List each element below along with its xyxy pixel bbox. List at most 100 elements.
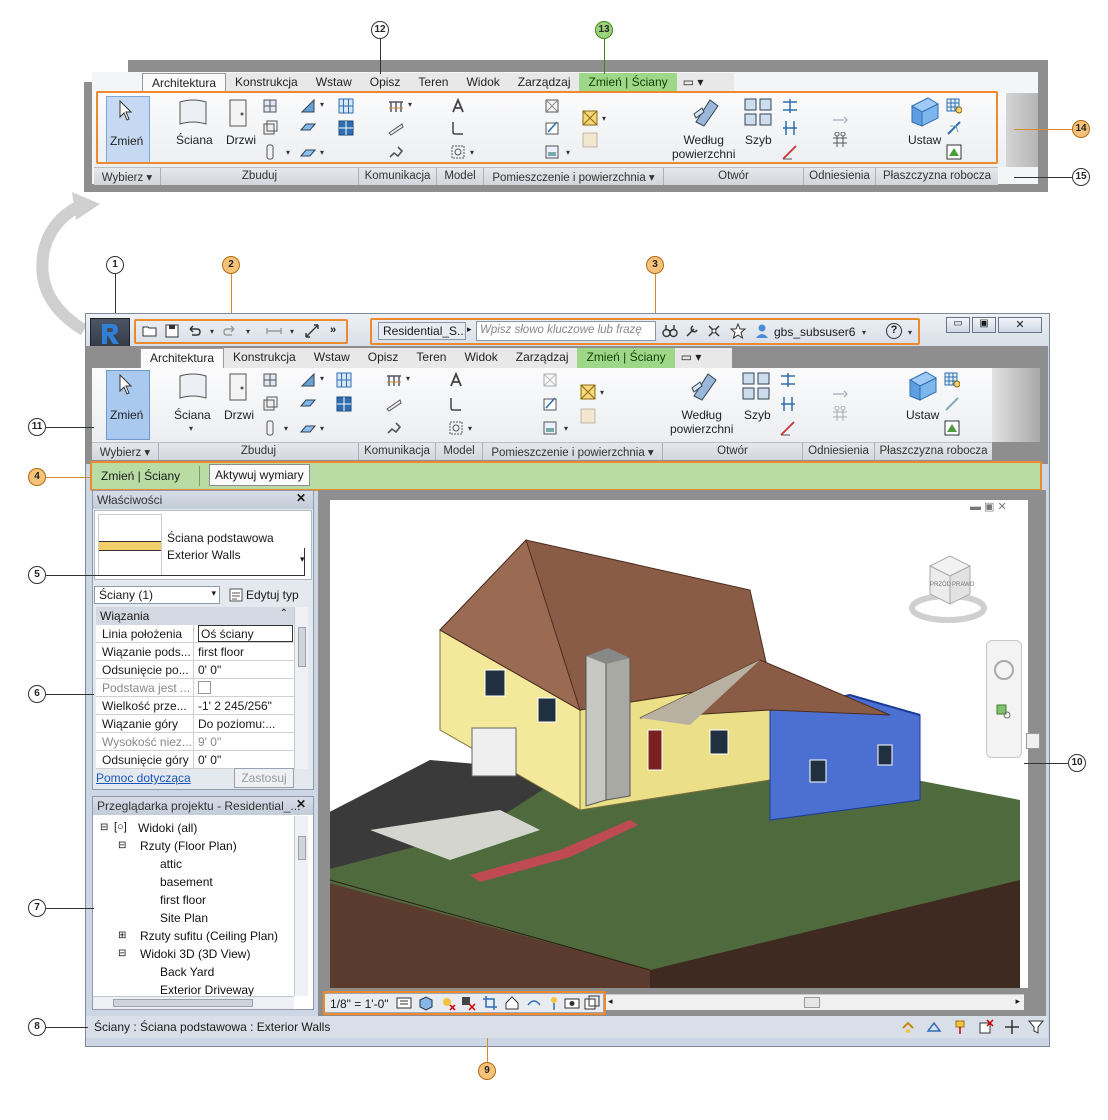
column-main-dropdown-icon[interactable]: ▾ bbox=[284, 424, 288, 433]
undo-dropdown-icon[interactable]: ▾ bbox=[210, 327, 214, 336]
floor-main-icon[interactable] bbox=[300, 420, 316, 436]
ref-plane-main-icon[interactable] bbox=[944, 396, 960, 412]
prop-row-unconnected-height[interactable]: Wysokość niez... 9' 0" bbox=[96, 733, 294, 751]
instance-selector[interactable]: Ściany (1) ▾ bbox=[94, 586, 220, 604]
roof-icon[interactable] bbox=[300, 98, 316, 114]
temporary-hide-icon[interactable] bbox=[546, 995, 562, 1011]
wall-opening-main-icon[interactable] bbox=[780, 372, 796, 388]
detail-level-icon[interactable] bbox=[396, 995, 412, 1011]
tree-item-basement[interactable]: basement bbox=[160, 875, 213, 889]
wall-opening-icon[interactable] bbox=[782, 98, 798, 114]
ref-plane-icon[interactable] bbox=[946, 120, 962, 136]
tree-item-views[interactable]: Widoki (all) bbox=[138, 821, 197, 835]
tab-widok-main[interactable]: Widok bbox=[455, 348, 506, 368]
prop-row-base-constraint[interactable]: Wiązanie pods... first floor bbox=[96, 643, 294, 661]
dormer-icon[interactable] bbox=[782, 144, 798, 160]
floor-icon[interactable] bbox=[300, 144, 316, 160]
curtain-grid-icon[interactable] bbox=[338, 120, 354, 136]
project-browser-close-icon[interactable]: ✕ bbox=[296, 797, 306, 811]
ribbon-minimize-toggle[interactable]: ▭ ▾ bbox=[677, 73, 710, 93]
hscroll-thumb[interactable] bbox=[804, 997, 820, 1008]
curtain-system-main-icon[interactable] bbox=[336, 372, 352, 388]
unlocked-3d-view-icon[interactable] bbox=[526, 995, 542, 1011]
tab-opisz[interactable]: Opisz bbox=[361, 73, 410, 93]
model-line-main-icon[interactable] bbox=[448, 396, 464, 412]
measure-icon[interactable] bbox=[266, 323, 282, 339]
select-underlay-icon[interactable] bbox=[926, 1019, 942, 1035]
redo-dropdown-icon[interactable]: ▾ bbox=[246, 327, 250, 336]
properties-help-link[interactable]: Pomoc dotycząca bbox=[96, 771, 191, 785]
open-folder-icon[interactable] bbox=[142, 323, 158, 339]
help-dropdown-icon[interactable]: ▾ bbox=[908, 328, 912, 337]
tab-opisz-main[interactable]: Opisz bbox=[359, 348, 408, 368]
railing-main-dropdown-icon[interactable]: ▾ bbox=[406, 374, 410, 383]
railing-icon[interactable] bbox=[388, 98, 404, 114]
tab-wstaw-main[interactable]: Wstaw bbox=[305, 348, 359, 368]
tab-konstrukcja-main[interactable]: Konstrukcja bbox=[224, 348, 305, 368]
prop-row-top-constraint[interactable]: Wiązanie góry Do poziomu:... bbox=[96, 715, 294, 733]
save-icon[interactable] bbox=[164, 323, 180, 339]
area-main-icon[interactable] bbox=[542, 420, 558, 436]
workplane-viewer-icon[interactable] bbox=[946, 144, 962, 160]
vertical-opening-main-icon[interactable] bbox=[780, 396, 796, 412]
curtain-system-icon[interactable] bbox=[338, 98, 354, 114]
area-icon[interactable] bbox=[544, 144, 560, 160]
panel-pomieszczenie-main[interactable]: Pomieszczenie i powierzchnia ▾ bbox=[483, 443, 663, 460]
ceiling-icon[interactable] bbox=[300, 120, 316, 136]
room-separator-main-icon[interactable] bbox=[580, 384, 596, 400]
room-tag-icon[interactable] bbox=[544, 120, 560, 136]
by-face-main-label[interactable]: Według powierzchni bbox=[670, 408, 733, 436]
model-text-main-icon[interactable] bbox=[448, 372, 464, 388]
panel-pomieszczenie[interactable]: Pomieszczenie i powierzchnia ▾ bbox=[484, 168, 664, 185]
show-workplane-main-icon[interactable] bbox=[944, 372, 960, 388]
favorites-star-icon[interactable] bbox=[730, 323, 746, 339]
show-crop-region-icon[interactable] bbox=[504, 995, 520, 1011]
tree-toggle-views[interactable]: ⊟ bbox=[100, 822, 108, 833]
column-dropdown-icon[interactable]: ▾ bbox=[286, 148, 290, 157]
properties-scrollbar[interactable] bbox=[294, 607, 308, 769]
prop-row-top-offset[interactable]: Odsunięcie góry 0' 0" bbox=[96, 751, 294, 769]
binoculars-icon[interactable] bbox=[662, 323, 678, 339]
tab-architektura[interactable]: Architektura bbox=[142, 73, 227, 93]
redo-icon[interactable] bbox=[222, 323, 238, 339]
roof-main-dropdown-icon[interactable]: ▾ bbox=[320, 374, 324, 383]
navbar-scroll-thumb[interactable] bbox=[1026, 733, 1040, 749]
user-icon[interactable] bbox=[754, 323, 770, 339]
railing-dropdown-icon[interactable]: ▾ bbox=[408, 100, 412, 109]
floor-main-dropdown-icon[interactable]: ▾ bbox=[320, 424, 324, 433]
column-main-icon[interactable] bbox=[262, 420, 278, 436]
select-by-face-icon[interactable] bbox=[978, 1019, 994, 1035]
tab-zarzadzaj-main[interactable]: Zarządzaj bbox=[507, 348, 578, 368]
set-workplane-label[interactable]: Ustaw bbox=[908, 133, 941, 147]
tree-item-3d-views[interactable]: Widoki 3D (3D View) bbox=[140, 947, 250, 961]
qat-overflow-icon[interactable]: » bbox=[330, 324, 336, 336]
activate-dimensions-button[interactable]: Aktywuj wymiary bbox=[209, 464, 310, 486]
stair-icon[interactable] bbox=[388, 144, 404, 160]
panel-wybierz-main[interactable]: Wybierz ▾ bbox=[92, 443, 159, 460]
room-separator-dropdown-icon[interactable]: ▾ bbox=[602, 114, 606, 123]
tree-toggle-3d-views[interactable]: ⊟ bbox=[118, 948, 126, 959]
search-input[interactable]: Wpisz słowo kluczowe lub frazę bbox=[476, 321, 656, 341]
roof-dropdown-icon[interactable]: ▾ bbox=[320, 100, 324, 109]
floor-dropdown-icon[interactable]: ▾ bbox=[320, 148, 324, 157]
model-group-dropdown-icon[interactable]: ▾ bbox=[470, 148, 474, 157]
prop-row-base-extension[interactable]: Wielkość prze... -1' 2 245/256" bbox=[96, 697, 294, 715]
model-line-icon[interactable] bbox=[450, 120, 466, 136]
ribbon-main-minimize-toggle[interactable]: ▭ ▾ bbox=[675, 348, 708, 368]
wall-main-dropdown-icon[interactable]: ▾ bbox=[189, 424, 193, 433]
user-dropdown-icon[interactable]: ▾ bbox=[862, 328, 866, 337]
column-icon[interactable] bbox=[262, 144, 278, 160]
vertical-opening-icon[interactable] bbox=[782, 120, 798, 136]
prop-row-location-line[interactable]: Linia położenia Oś ściany bbox=[96, 625, 294, 643]
tab-widok[interactable]: Widok bbox=[457, 73, 508, 93]
window-icon[interactable] bbox=[262, 98, 278, 114]
tab-teren[interactable]: Teren bbox=[409, 73, 457, 93]
search-expand-icon[interactable]: ▸ bbox=[467, 324, 472, 335]
tab-zarzadzaj[interactable]: Zarządzaj bbox=[509, 73, 580, 93]
window-main-icon[interactable] bbox=[262, 372, 278, 388]
curtain-grid-main-icon[interactable] bbox=[336, 396, 352, 412]
room-tag-main-icon[interactable] bbox=[542, 396, 558, 412]
aligned-dimension-icon[interactable] bbox=[304, 323, 320, 339]
properties-close-icon[interactable]: ✕ bbox=[296, 491, 306, 505]
grid-icon[interactable] bbox=[832, 132, 848, 148]
